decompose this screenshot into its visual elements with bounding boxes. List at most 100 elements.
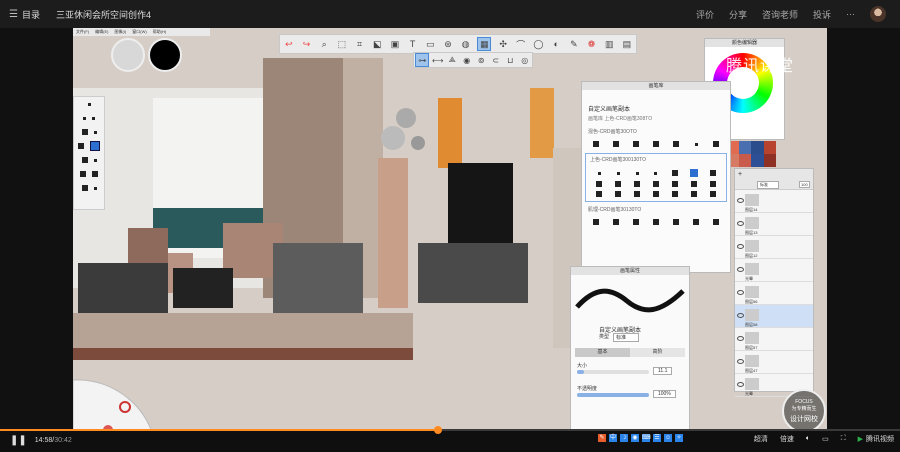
brush-item[interactable] (694, 142, 698, 146)
brush-item[interactable] (709, 181, 716, 187)
brush-item[interactable] (593, 141, 599, 147)
zoom-icon[interactable]: ⌕ (318, 38, 330, 50)
brush-item[interactable] (709, 170, 716, 176)
layer-row[interactable]: 图层56 (735, 282, 813, 305)
brush-item[interactable] (709, 191, 716, 197)
layer-row[interactable]: 图层12 (735, 236, 813, 259)
two-point-icon[interactable]: ⟷ (432, 54, 444, 66)
quality-button[interactable]: 超清 (754, 434, 768, 444)
brush-item[interactable] (713, 219, 719, 225)
swatch-icon[interactable]: ▥ (603, 38, 615, 50)
brush-item[interactable] (671, 181, 678, 187)
progress-knob[interactable] (434, 426, 443, 434)
layer-icon[interactable]: ▣ (389, 38, 401, 50)
app-icon[interactable]: ☽ (620, 434, 628, 442)
eye-icon[interactable] (737, 267, 744, 272)
menu-edit[interactable]: 编辑(E) (95, 29, 108, 35)
ellipse-icon[interactable]: ◯ (532, 38, 544, 50)
brush-item[interactable] (671, 170, 678, 176)
curve-icon[interactable]: ⌒ (515, 38, 527, 50)
brush-item[interactable] (634, 181, 641, 187)
brush-item[interactable] (613, 141, 619, 147)
brush-item[interactable] (633, 141, 639, 147)
brush-size-circle[interactable] (111, 38, 145, 72)
select-icon[interactable]: ⬚ (336, 38, 348, 50)
perspective-icon[interactable]: ▦ (477, 37, 492, 51)
layers-icon[interactable]: ▤ (621, 38, 633, 50)
brush-item[interactable] (633, 219, 639, 225)
one-point-icon[interactable]: ⊶ (415, 53, 430, 67)
brush-slot[interactable] (74, 111, 104, 125)
avatar[interactable] (870, 6, 886, 22)
brush-item[interactable] (635, 171, 639, 175)
more-button[interactable]: ··· (846, 9, 855, 19)
progress-bar[interactable] (0, 426, 900, 434)
visible-icon[interactable]: ◎ (519, 54, 531, 66)
brush-lib-icon[interactable]: ✎ (568, 38, 580, 50)
brush-item[interactable] (597, 171, 601, 175)
brush-item[interactable] (713, 141, 719, 147)
swatch[interactable] (738, 154, 751, 167)
tab-basic[interactable]: 基本 (575, 348, 630, 357)
menu-image[interactable]: 图像(I) (114, 29, 126, 35)
layer-row[interactable]: 图层57 (735, 328, 813, 351)
brush-item[interactable] (652, 181, 659, 187)
size-value[interactable]: 11.1 (653, 367, 673, 375)
size-slider[interactable] (577, 370, 649, 374)
menu-file[interactable]: 文件(F) (76, 29, 89, 35)
brush-item[interactable] (615, 191, 622, 197)
brush-slot[interactable] (74, 125, 104, 139)
brush-item[interactable] (654, 171, 658, 175)
rate-link[interactable]: 评价 (696, 8, 714, 21)
brush-item[interactable] (690, 181, 697, 187)
speed-button[interactable]: 倍速 (780, 434, 794, 444)
opacity-slider[interactable] (577, 393, 649, 397)
layer-opacity[interactable]: 100 (799, 181, 810, 188)
layer-row[interactable]: 图层13 (735, 213, 813, 236)
app-icon[interactable]: ✎ (598, 434, 606, 442)
brush-item[interactable] (693, 219, 699, 225)
brush-item[interactable] (653, 141, 659, 147)
brush-item[interactable] (673, 141, 679, 147)
brush-item-selected[interactable] (689, 169, 698, 177)
pip-icon[interactable]: ▭ (822, 435, 829, 443)
opacity-value[interactable]: 100% (653, 390, 676, 398)
menu-icon[interactable]: ☰ (9, 9, 18, 20)
brush-color-circle[interactable] (148, 38, 182, 72)
tab-advanced[interactable]: 高阶 (630, 348, 685, 357)
eye-icon[interactable] (737, 382, 744, 387)
swatch[interactable] (763, 141, 776, 154)
swatch[interactable] (738, 141, 751, 154)
brush-slot[interactable] (74, 139, 104, 153)
lock-icon[interactable]: ⊔ (504, 54, 516, 66)
fill-icon[interactable]: ◐ (550, 38, 562, 50)
brush-slot[interactable] (74, 167, 104, 181)
pause-icon[interactable]: ❚❚ (10, 435, 27, 446)
video-frame[interactable]: 文件(F) 编辑(E) 图像(I) 窗口(W) 帮助(H) ↩ ↪ ⌕ ⬚ ⌗ … (73, 28, 827, 429)
three-point-icon[interactable]: ⟁ (446, 54, 458, 66)
layer-row-selected[interactable]: 图层58 (735, 305, 813, 328)
undo-icon[interactable]: ↩ (283, 38, 295, 50)
fullscreen-icon[interactable]: ⛶ (841, 435, 846, 443)
brush-item[interactable] (634, 191, 641, 197)
transform-icon[interactable]: ⬕ (371, 38, 383, 50)
layer-row[interactable]: 光晕 (735, 259, 813, 282)
brush-slot[interactable] (74, 181, 104, 195)
link-icon[interactable]: ⊂ (490, 54, 502, 66)
toc-button[interactable]: 目录 (22, 8, 40, 21)
app-icon[interactable]: 中 (609, 434, 617, 442)
menu-window[interactable]: 窗口(W) (132, 29, 146, 35)
snap-icon[interactable]: ⊚ (475, 54, 487, 66)
brush-item[interactable] (616, 171, 620, 175)
volume-icon[interactable]: 🔈︎ (806, 435, 810, 443)
eye-icon[interactable] (737, 313, 744, 318)
grid-toggle-icon[interactable]: ◉ (461, 54, 473, 66)
guides-icon[interactable]: ✣ (497, 38, 509, 50)
lagoon-pie-menu[interactable] (73, 375, 163, 429)
eye-icon[interactable] (737, 221, 744, 226)
type-select[interactable]: 标准 (613, 333, 640, 342)
brush-item[interactable] (673, 219, 679, 225)
symmetry-icon[interactable]: ⊛ (442, 38, 454, 50)
swatch[interactable] (763, 154, 776, 167)
crop-icon[interactable]: ⌗ (354, 38, 366, 50)
